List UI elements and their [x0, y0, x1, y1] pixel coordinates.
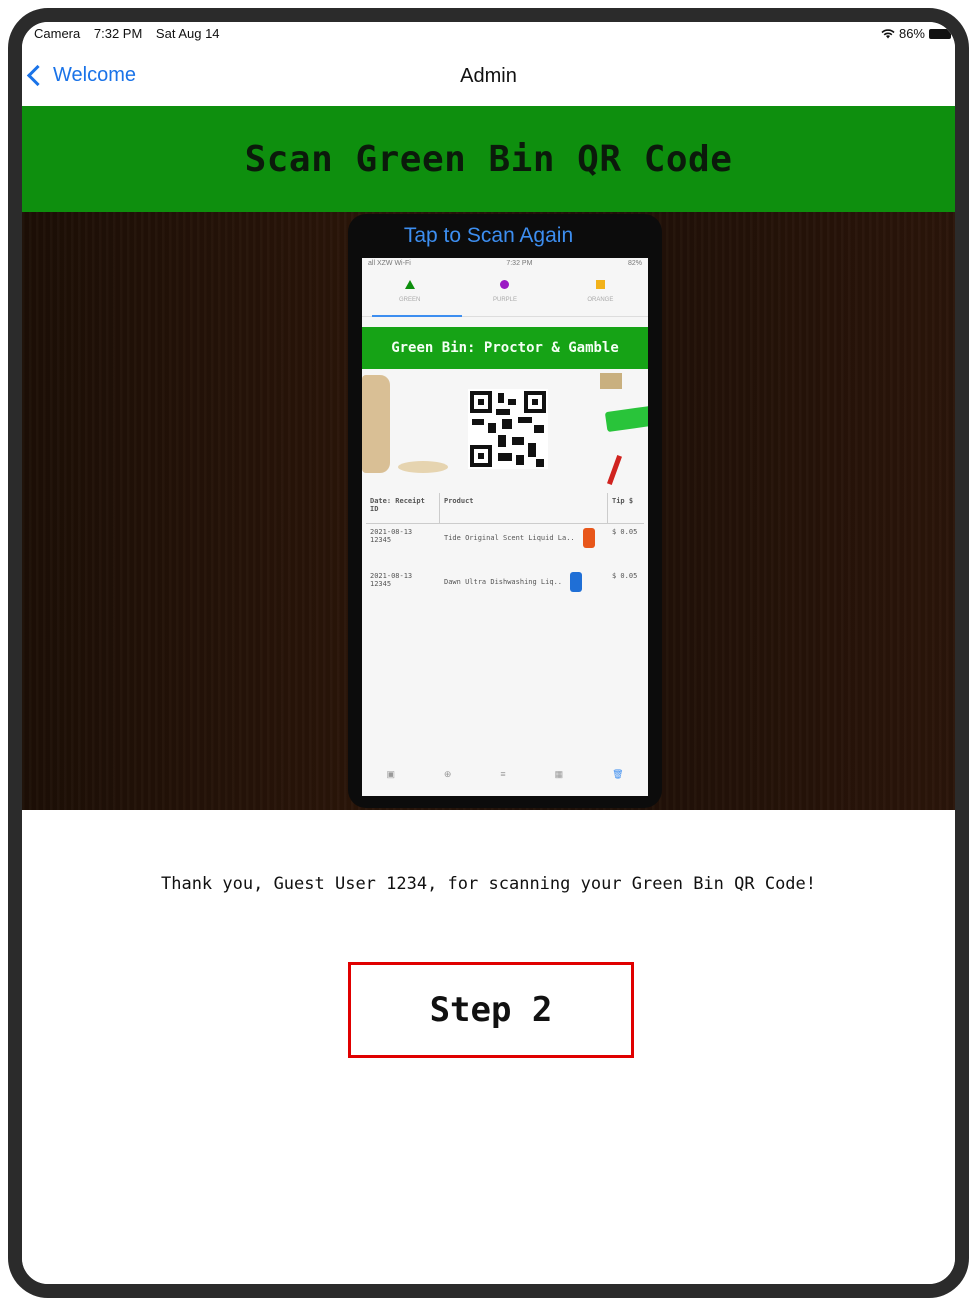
thank-you-message: Thank you, Guest User 1234, for scanning…	[160, 874, 817, 894]
phone-tab-label: ORANGE	[587, 297, 614, 303]
phone-tab-orange: ORANGE	[553, 272, 648, 316]
phone-status-bar: all XZW Wi-Fi 7:32 PM 82%	[362, 258, 648, 272]
active-tab-indicator	[372, 315, 462, 317]
step-2-button[interactable]: Step 2	[348, 962, 634, 1058]
trash-icon: 🗑	[612, 768, 624, 779]
status-time: 7:32 PM	[93, 26, 143, 41]
circle-icon	[500, 280, 510, 289]
scan-banner: Scan Green Bin QR Code	[22, 106, 955, 212]
qr-code-icon	[468, 389, 548, 469]
phone-tabs: GREEN PURPLE ORANGE	[362, 272, 648, 317]
phone-table: Date: Receipt ID Product Tip $ 2021-08-1…	[362, 493, 648, 612]
phone-carrier: all XZW Wi-Fi	[368, 260, 411, 267]
row-date: 2021-08-13	[370, 528, 413, 536]
phone-bottom-bar: ▣ ⊕ ≡ ▦ 🗑	[362, 752, 648, 796]
row-tip: $ 0.05	[612, 572, 638, 580]
red-pen	[607, 455, 622, 485]
table-row: 2021-08-13 12345 Dawn Ultra Dishwashing L…	[366, 568, 644, 612]
header-product: Product	[440, 493, 608, 523]
phone-battery: 82%	[627, 260, 642, 267]
triangle-icon	[404, 280, 415, 289]
qr-icon: ▣	[386, 768, 395, 779]
status-date: Sat Aug 14	[155, 26, 220, 41]
row-date: 2021-08-13	[370, 572, 413, 580]
grid-icon: ▦	[554, 768, 564, 779]
screen: Camera 7:32 PM Sat Aug 14 86% Welcome Ad…	[22, 22, 955, 1284]
paper-bag	[362, 375, 390, 473]
scanned-phone: all XZW Wi-Fi 7:32 PM 82% GREEN PURPLE O…	[348, 214, 662, 808]
phone-table-header: Date: Receipt ID Product Tip $	[366, 493, 644, 524]
bottle-cap	[600, 373, 622, 389]
square-icon	[595, 280, 605, 289]
phone-tab-green: GREEN	[362, 272, 457, 316]
row-receipt: 12345	[370, 580, 392, 588]
header-tip: Tip $	[612, 497, 634, 505]
plus-icon: ⊕	[443, 768, 452, 779]
row-product: Dawn Ultra Dishwashing Liq..	[444, 578, 563, 586]
phone-bin-banner: Green Bin: Proctor & Gamble	[362, 327, 648, 369]
dawn-bottle-icon	[570, 572, 583, 592]
banner-title: Scan Green Bin QR Code	[244, 138, 733, 180]
header-date: Date: Receipt ID	[366, 493, 440, 523]
row-tip: $ 0.05	[612, 528, 638, 536]
qr-area	[362, 369, 648, 493]
nav-title: Admin	[460, 65, 517, 87]
row-receipt: 12345	[370, 536, 392, 544]
table-row: 2021-08-13 12345 Tide Original Scent Liqu…	[366, 524, 644, 568]
ipad-frame: Camera 7:32 PM Sat Aug 14 86% Welcome Ad…	[8, 8, 969, 1298]
battery-icon	[929, 28, 951, 39]
phone-tab-label: GREEN	[398, 297, 421, 303]
tide-bottle-icon	[582, 528, 595, 548]
phone-tab-label: PURPLE	[492, 297, 517, 303]
phone-time: 7:32 PM	[506, 260, 533, 267]
green-bottle	[604, 405, 648, 433]
status-bar: Camera 7:32 PM Sat Aug 14 86%	[22, 22, 955, 44]
list-icon: ≡	[500, 769, 506, 779]
bag-shadow	[398, 461, 448, 473]
navigation-bar: Welcome Admin	[22, 46, 955, 104]
step-2-label: Step 2	[429, 990, 553, 1030]
camera-preview[interactable]: Tap to Scan Again all XZW Wi-Fi 7:32 PM …	[22, 212, 955, 810]
wifi-icon	[881, 28, 895, 38]
phone-screen: all XZW Wi-Fi 7:32 PM 82% GREEN PURPLE O…	[362, 258, 648, 796]
battery-percent: 86%	[898, 26, 925, 41]
scan-again-button[interactable]: Tap to Scan Again	[22, 224, 955, 248]
phone-tab-purple: PURPLE	[457, 272, 552, 316]
row-product: Tide Original Scent Liquid La..	[444, 534, 575, 542]
status-app: Camera	[34, 26, 81, 41]
